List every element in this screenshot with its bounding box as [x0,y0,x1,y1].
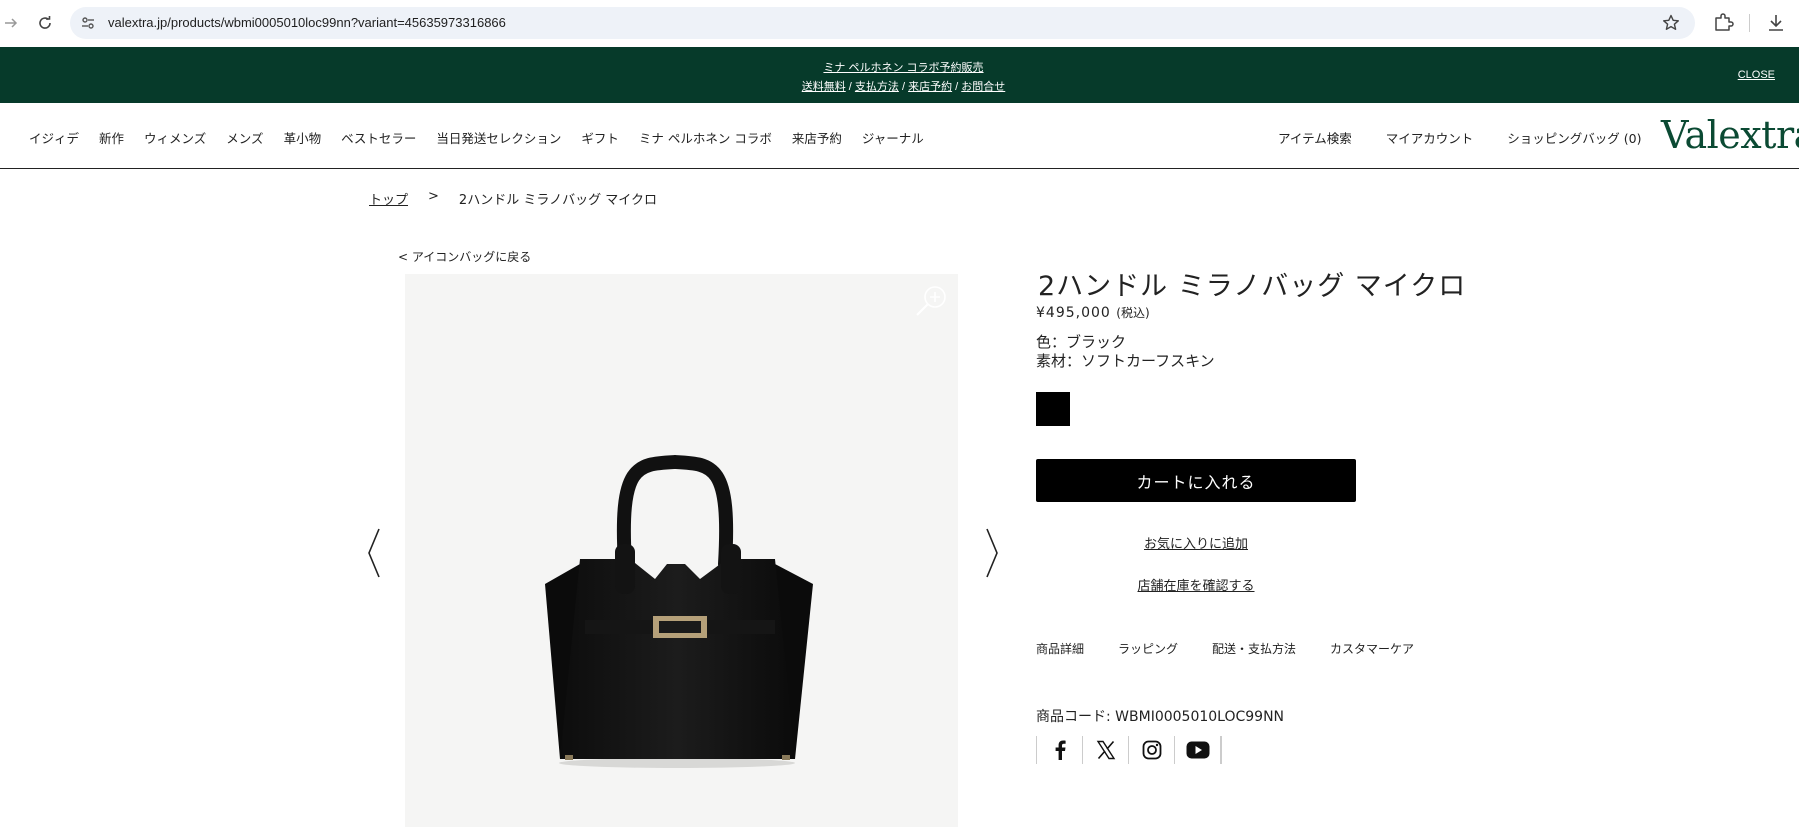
close-announcement-button[interactable]: CLOSE [1738,69,1775,81]
contact-link[interactable]: お問合せ [961,81,1005,93]
nav-item-ijide[interactable]: イジィデ [29,128,79,147]
item-search-link[interactable]: アイテム検索 [1278,128,1352,147]
link-separator: / [952,81,962,93]
social-share [1036,736,1222,764]
product-image-gallery[interactable] [405,274,958,827]
nav-item-womens[interactable]: ウィメンズ [144,128,206,147]
check-store-stock-link[interactable]: 店舗在庫を確認する [1036,575,1356,594]
extensions-icon[interactable] [1712,12,1734,34]
breadcrumb: トップ > 2ハンドル ミラノバッグ マイクロ [369,189,657,208]
tab-shipping-payment[interactable]: 配送・支払方法 [1212,640,1296,657]
download-icon[interactable] [1765,12,1787,34]
tab-product-details[interactable]: 商品詳細 [1036,640,1084,657]
collab-preorder-link[interactable]: ミナ ペルホネン コラボ予約販売 [0,59,1799,75]
youtube-icon[interactable] [1174,736,1220,764]
tax-label: (税込) [1116,306,1150,320]
product-material: 素材：ソフトカーフスキン [1036,352,1215,370]
toolbar-divider [1749,14,1750,32]
reload-icon[interactable] [34,12,56,34]
next-image-arrow[interactable] [982,525,1002,581]
valextra-logo[interactable]: Valextra [1661,113,1799,157]
tab-customer-care[interactable]: カスタマーケア [1330,640,1414,657]
address-bar[interactable]: valextra.jp/products/wbmi0005010loc99nn?… [70,7,1695,39]
nav-item-journal[interactable]: ジャーナル [862,128,924,147]
announcement-bar: ミナ ペルホネン コラボ予約販売 送料無料 / 支払方法 / 来店予約 / お問… [0,47,1799,103]
browser-toolbar: valextra.jp/products/wbmi0005010loc99nn?… [0,0,1799,46]
link-separator: / [845,81,855,93]
bookmark-star-icon[interactable] [1661,13,1681,33]
breadcrumb-home[interactable]: トップ [369,189,408,208]
add-to-favorites-link[interactable]: お気に入りに追加 [1036,533,1356,552]
nav-item-leather-goods[interactable]: 革小物 [284,128,322,147]
site-settings-icon[interactable] [80,15,96,31]
product-color: 色：ブラック [1036,333,1127,351]
announcement-links: 送料無料 / 支払方法 / 来店予約 / お問合せ [0,78,1799,94]
product-title: 2ハンドル ミラノバッグ マイクロ [1038,271,1467,302]
store-reservation-link[interactable]: 来店予約 [908,81,952,93]
tab-wrapping[interactable]: ラッピング [1118,640,1178,657]
social-divider [1220,736,1222,764]
url-text[interactable]: valextra.jp/products/wbmi0005010loc99nn?… [108,15,506,30]
instagram-icon[interactable] [1128,736,1174,764]
nav-item-store-reservation[interactable]: 来店予約 [792,128,842,147]
nav-item-collab[interactable]: ミナ ペルホネン コラボ [639,128,772,147]
price-value: ¥495,000 [1036,305,1111,321]
color-swatch-black[interactable] [1036,392,1070,426]
main-navigation: イジィデ 新作 ウィメンズ メンズ 革小物 ベストセラー 当日発送セレクション … [0,103,1799,169]
product-price: ¥495,000 (税込) [1036,304,1150,321]
previous-image-arrow[interactable] [364,525,384,581]
x-icon[interactable] [1082,736,1128,764]
nav-item-same-day-shipping[interactable]: 当日発送セレクション [436,128,561,147]
category-menu: イジィデ 新作 ウィメンズ メンズ 革小物 ベストセラー 当日発送セレクション … [29,128,924,147]
nav-item-new[interactable]: 新作 [99,128,124,147]
utility-menu: アイテム検索 マイアカウント ショッピングバッグ (0) [1278,128,1641,147]
nav-item-mens[interactable]: メンズ [226,128,263,147]
forward-icon[interactable] [0,12,22,34]
product-info-tabs: 商品詳細 ラッピング 配送・支払方法 カスタマーケア [1036,640,1414,657]
nav-item-bestsellers[interactable]: ベストセラー [341,128,416,147]
facebook-icon[interactable] [1036,736,1082,764]
payment-method-link[interactable]: 支払方法 [855,81,899,93]
free-shipping-link[interactable]: 送料無料 [802,81,846,93]
breadcrumb-current: 2ハンドル ミラノバッグ マイクロ [458,193,657,208]
breadcrumb-separator: > [428,189,439,204]
product-image [545,454,813,768]
add-to-cart-button[interactable]: カートに入れる [1036,459,1356,502]
nav-item-gifts[interactable]: ギフト [581,128,619,147]
back-to-icon-bags-link[interactable]: < アイコンバッグに戻る [398,248,531,265]
link-separator: / [898,81,909,93]
shopping-bag-link[interactable]: ショッピングバッグ (0) [1507,128,1641,147]
product-code: 商品コード: WBMI0005010LOC99NN [1036,709,1285,725]
my-account-link[interactable]: マイアカウント [1386,128,1474,147]
